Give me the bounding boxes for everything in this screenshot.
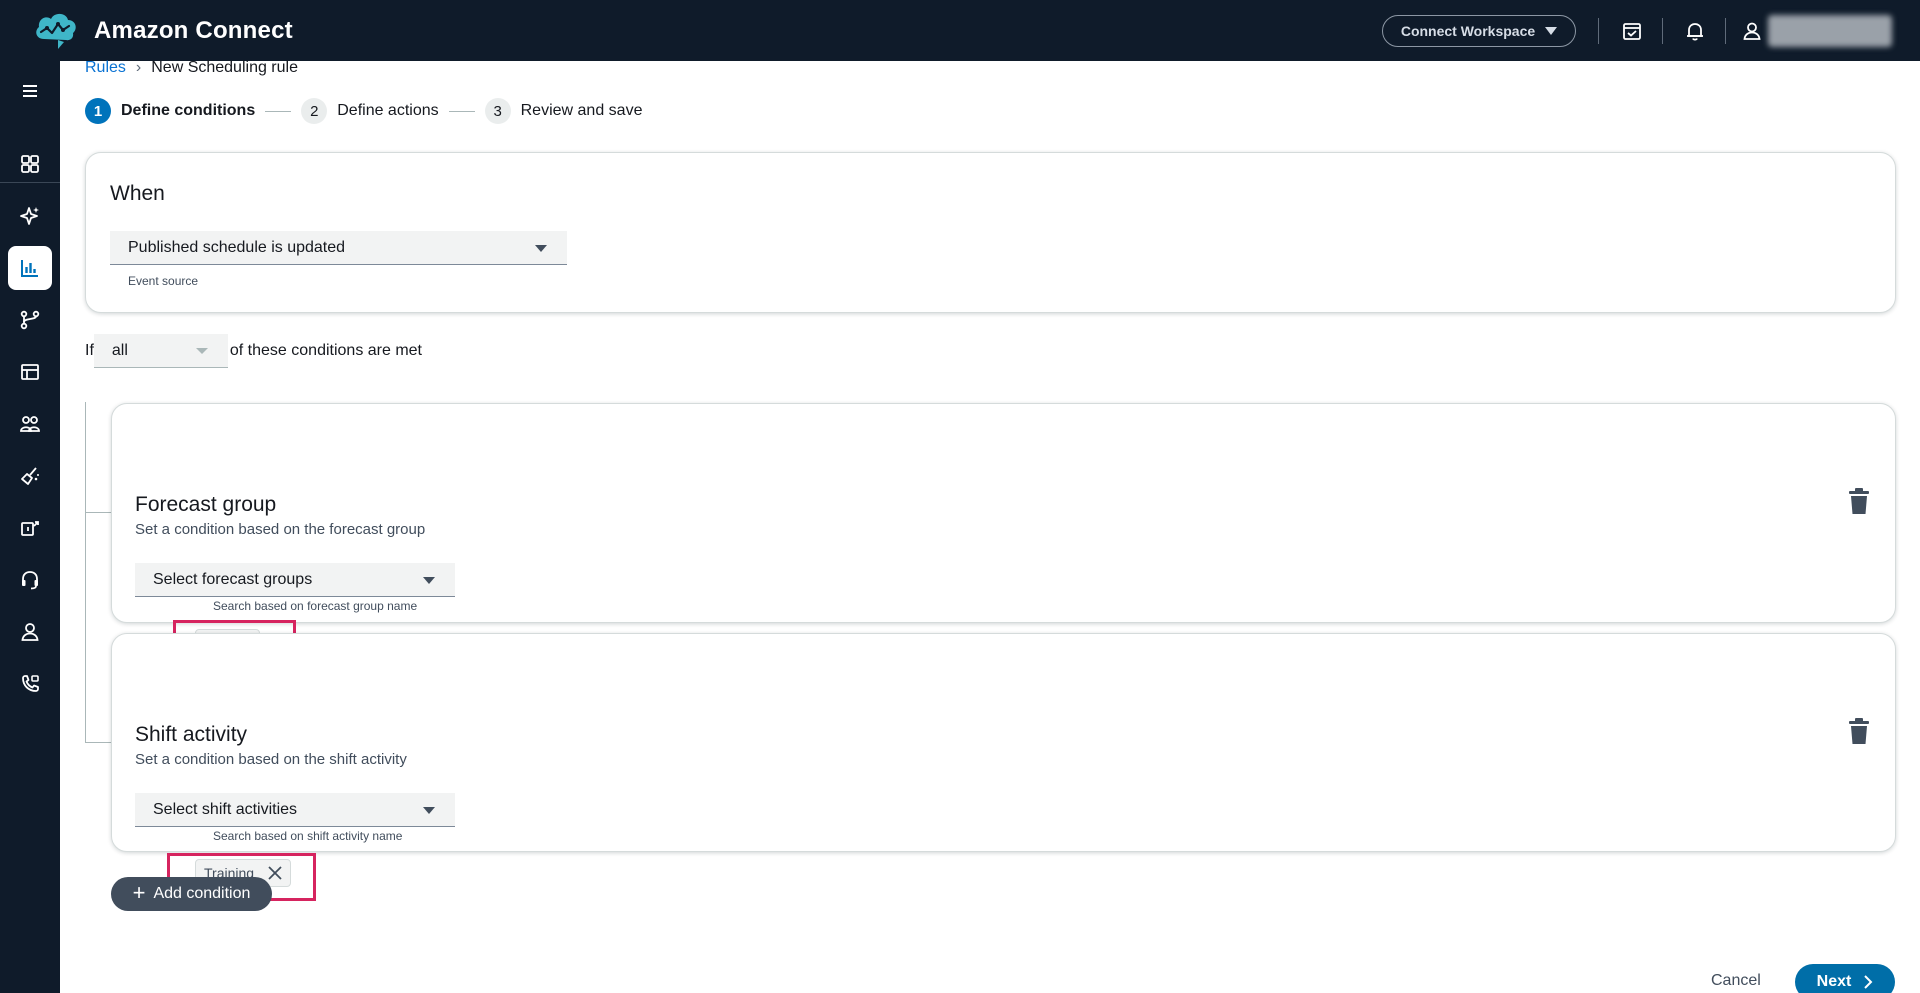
if-label: If xyxy=(85,342,94,359)
main-content: Rules › New Scheduling rule 1 Define con… xyxy=(60,59,1920,993)
step-3-review-and-save[interactable]: Review and save xyxy=(521,102,643,120)
condition-tree-branch xyxy=(85,512,111,513)
conditions-met-label: of these conditions are met xyxy=(229,342,422,359)
condition-subtitle: Set a condition based on the forecast gr… xyxy=(135,521,426,538)
caret-down-icon xyxy=(1545,27,1558,35)
connect-workspace-label: Connect Workspace xyxy=(1400,23,1536,39)
condition-match-row: If all of these conditions are met xyxy=(85,334,422,368)
add-condition-button[interactable]: + Add condition xyxy=(111,877,272,911)
caret-down-icon xyxy=(423,806,435,814)
step-2-number: 2 xyxy=(301,98,328,124)
step-3-number: 3 xyxy=(484,98,511,124)
match-type-select[interactable]: all xyxy=(93,334,228,368)
event-source-select[interactable]: Published schedule is updated xyxy=(110,231,567,265)
table-icon xyxy=(21,364,39,380)
topbar-divider xyxy=(1725,18,1726,44)
sidebar-item-cleanup[interactable] xyxy=(8,454,52,498)
breadcrumb-separator-icon: › xyxy=(135,59,142,76)
top-navigation-bar: Amazon Connect Connect Workspace xyxy=(0,0,1920,61)
calendar-check-icon[interactable] xyxy=(1621,20,1643,42)
topbar-divider xyxy=(1662,18,1663,44)
menu-icon xyxy=(23,85,37,97)
step-connector xyxy=(448,110,475,112)
sidebar-item-ai[interactable] xyxy=(8,194,52,238)
topbar-divider xyxy=(1598,18,1599,44)
connect-workspace-button[interactable]: Connect Workspace xyxy=(1382,15,1576,47)
sidebar-item-dashboard[interactable] xyxy=(8,142,52,186)
condition-tree-line xyxy=(85,402,86,743)
shift-activities-select[interactable]: Select shift activities xyxy=(135,793,455,827)
shift-activities-placeholder: Select shift activities xyxy=(153,800,298,818)
sidebar-item-analytics[interactable] xyxy=(8,246,52,290)
forecast-groups-helper: Search based on forecast group name xyxy=(213,599,418,613)
plus-icon: + xyxy=(132,880,146,905)
menu-toggle-button[interactable] xyxy=(8,69,52,113)
forecast-groups-select[interactable]: Select forecast groups xyxy=(135,563,455,597)
sidebar-item-profile[interactable] xyxy=(8,610,52,654)
condition-subtitle: Set a condition based on the shift activ… xyxy=(135,751,407,768)
sidebar-item-users[interactable] xyxy=(8,402,52,446)
user-name-redacted[interactable] xyxy=(1768,15,1892,47)
condition-title: Forecast group xyxy=(135,493,277,516)
condition-tree-branch xyxy=(85,742,111,743)
amazon-connect-logo[interactable] xyxy=(32,9,80,51)
bell-icon[interactable] xyxy=(1684,20,1706,42)
event-source-value: Published schedule is updated xyxy=(128,238,346,256)
users-group-icon xyxy=(20,416,40,432)
sparkle-icon xyxy=(20,207,39,225)
phone-settings-icon xyxy=(22,675,39,692)
condition-card-shift-activity: Shift activity Set a condition based on … xyxy=(111,633,1896,852)
sidebar-item-routing[interactable] xyxy=(8,298,52,342)
step-1-number: 1 xyxy=(85,98,111,124)
app-title: Amazon Connect xyxy=(94,17,293,44)
trash-icon[interactable] xyxy=(1847,487,1871,515)
sidebar xyxy=(0,61,60,993)
event-source-helper: Event source xyxy=(128,274,199,288)
add-condition-label: Add condition xyxy=(153,885,251,902)
caret-down-icon xyxy=(535,244,547,252)
user-icon[interactable] xyxy=(1741,20,1763,42)
step-connector xyxy=(265,110,292,112)
cancel-button[interactable]: Cancel xyxy=(1711,972,1761,990)
shift-activities-helper: Search based on shift activity name xyxy=(213,829,403,843)
next-button[interactable]: Next xyxy=(1795,964,1895,993)
breadcrumb-rules-link[interactable]: Rules xyxy=(85,59,126,77)
condition-title: Shift activity xyxy=(135,723,248,746)
step-1-define-conditions[interactable]: Define conditions xyxy=(121,102,255,120)
caret-down-icon xyxy=(423,576,435,584)
routing-icon xyxy=(20,310,40,330)
when-title: When xyxy=(110,182,165,205)
person-icon xyxy=(21,623,39,641)
sidebar-item-agent-workspace[interactable] xyxy=(8,558,52,602)
next-label: Next xyxy=(1816,973,1852,990)
when-card: When Published schedule is updated Event… xyxy=(85,152,1896,313)
dashboard-icon xyxy=(21,155,39,173)
channel-icon xyxy=(21,521,39,536)
caret-down-icon xyxy=(195,348,208,354)
chevron-right-icon xyxy=(1864,975,1873,989)
wizard-steps: 1 Define conditions 2 Define actions 3 R… xyxy=(85,98,642,124)
trash-icon[interactable] xyxy=(1847,717,1871,745)
headset-icon xyxy=(22,571,38,590)
breadcrumb: Rules › New Scheduling rule xyxy=(85,59,298,77)
sidebar-item-channels[interactable] xyxy=(8,506,52,550)
analytics-icon xyxy=(21,260,38,277)
condition-card-forecast-group: Forecast group Set a condition based on … xyxy=(111,403,1896,623)
broom-icon xyxy=(21,467,39,485)
match-type-value: all xyxy=(111,341,128,359)
forecast-groups-placeholder: Select forecast groups xyxy=(153,570,313,588)
sidebar-item-phone-settings[interactable] xyxy=(8,662,52,706)
breadcrumb-current: New Scheduling rule xyxy=(151,59,298,76)
step-2-define-actions[interactable]: Define actions xyxy=(337,102,438,120)
sidebar-item-tables[interactable] xyxy=(8,350,52,394)
